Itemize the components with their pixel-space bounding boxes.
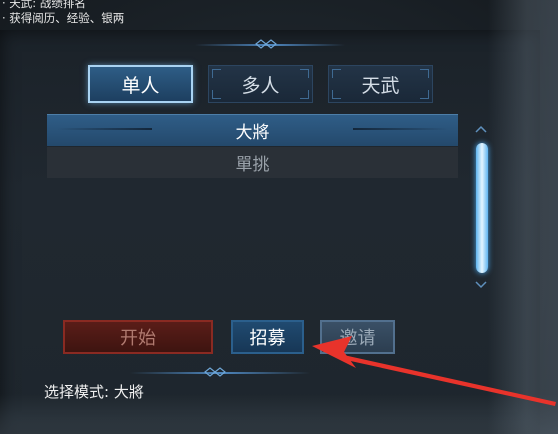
- list-item-label: 大將: [235, 123, 270, 143]
- tab-tianwu[interactable]: 天武: [328, 65, 433, 103]
- list-item-dajiang[interactable]: 大將: [47, 114, 458, 146]
- scrollbar-thumb[interactable]: [476, 143, 488, 273]
- info-line-tianwu: · 天武: 战绩排名: [2, 0, 86, 10]
- start-button[interactable]: 开始: [63, 320, 213, 354]
- mode-info-text: · 天武: 战绩排名 · 获得阅历、经验、银两: [2, 0, 124, 26]
- selected-mode-status: 选择模式: 大將: [44, 383, 144, 401]
- tab-multi[interactable]: 多人: [208, 65, 313, 103]
- bottom-divider-ornament-icon: [204, 367, 226, 377]
- top-divider-ornament-icon: [255, 39, 277, 49]
- info-line-rewards: · 获得阅历、经验、银两: [2, 11, 125, 25]
- corner-ornament-icon: [420, 69, 429, 78]
- list-item-dantiao[interactable]: 單挑: [47, 147, 458, 178]
- scroll-down-icon[interactable]: [474, 280, 488, 290]
- corner-ornament-icon: [212, 69, 221, 78]
- row-ornament-left-icon: [57, 128, 152, 130]
- corner-ornament-icon: [212, 90, 221, 99]
- corner-ornament-icon: [300, 69, 309, 78]
- corner-ornament-icon: [332, 90, 341, 99]
- corner-ornament-icon: [420, 90, 429, 99]
- tab-multi-label: 多人: [241, 74, 280, 97]
- recruit-button-label: 招募: [249, 328, 286, 349]
- corner-ornament-icon: [332, 69, 341, 78]
- list-item-label: 單挑: [235, 155, 270, 175]
- tab-single[interactable]: 单人: [88, 65, 193, 103]
- scroll-up-icon[interactable]: [474, 124, 488, 134]
- corner-ornament-icon: [300, 90, 309, 99]
- tab-single-label: 单人: [121, 74, 160, 97]
- recruit-button[interactable]: 招募: [231, 320, 304, 354]
- annotation-arrow-icon: [312, 336, 556, 406]
- row-ornament-right-icon: [353, 128, 448, 130]
- mode-list: 大將 單挑: [47, 114, 458, 178]
- start-button-label: 开始: [120, 328, 156, 349]
- tab-tianwu-label: 天武: [361, 74, 400, 97]
